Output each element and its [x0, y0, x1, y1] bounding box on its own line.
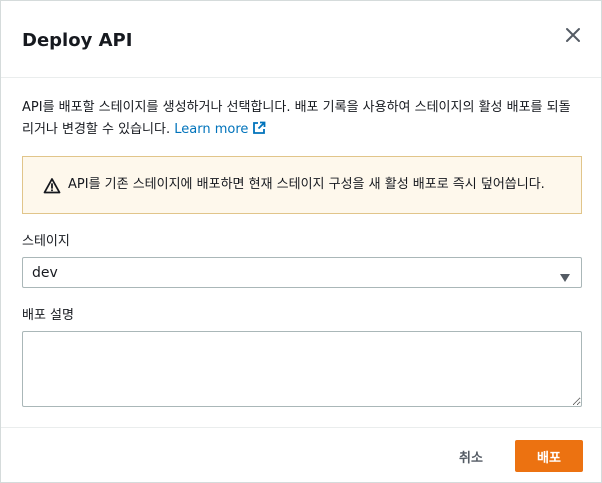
stage-select-value[interactable]: dev	[32, 264, 58, 282]
stage-label: 스테이지	[22, 234, 70, 249]
warning-triangle-icon	[43, 177, 61, 195]
stage-select[interactable]: dev	[22, 257, 582, 288]
description-text: API를 배포할 스테이지를 생성하거나 선택합니다. 배포 기록을 사용하여 …	[22, 100, 571, 137]
deployment-description-label: 배포 설명	[22, 308, 74, 323]
close-icon[interactable]	[563, 25, 583, 45]
modal-description: API를 배포할 스테이지를 생성하거나 선택합니다. 배포 기록을 사용하여 …	[22, 97, 582, 143]
caret-down-icon[interactable]	[560, 268, 570, 282]
external-link-icon[interactable]	[252, 121, 266, 143]
deploy-api-modal: Deploy API API를 배포할 스테이지를 생성하거나 선택합니다. 배…	[0, 0, 602, 483]
modal-title: Deploy API	[22, 30, 133, 51]
cancel-button[interactable]: 취소	[442, 441, 500, 471]
warning-alert: API를 기존 스테이지에 배포하면 현재 스테이지 구성을 새 활성 배포로 …	[22, 156, 582, 214]
deploy-button[interactable]: 배포	[515, 440, 583, 472]
warning-text: API를 기존 스테이지에 배포하면 현재 스테이지 구성을 새 활성 배포로 …	[68, 177, 545, 192]
learn-more-link[interactable]: Learn more	[174, 121, 266, 137]
modal-header: Deploy API	[1, 1, 601, 78]
deployment-description-textarea[interactable]	[22, 331, 582, 407]
learn-more-label[interactable]: Learn more	[174, 122, 248, 137]
modal-footer: 취소 배포	[1, 427, 601, 482]
